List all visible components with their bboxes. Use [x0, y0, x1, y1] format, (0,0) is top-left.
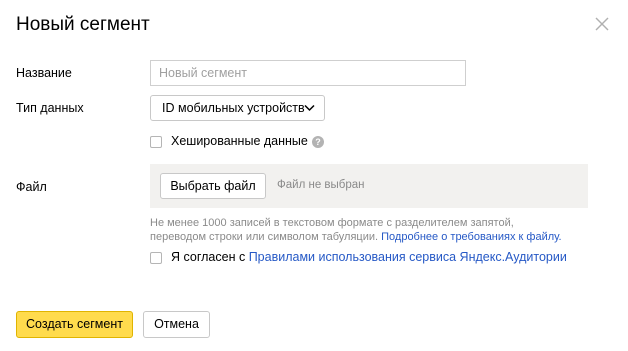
file-status-text: Файл не выбран: [277, 179, 365, 191]
file-requirements-hint: Не менее 1000 записей в текстовом формат…: [150, 216, 600, 244]
data-type-selected-value: ID мобильных устройств: [162, 101, 305, 115]
dialog-title: Новый сегмент: [16, 14, 150, 35]
usage-rules-link[interactable]: Правилами использования сервиса Яндекс.А…: [249, 250, 567, 264]
agree-prefix: Я согласен с: [171, 250, 246, 264]
choose-file-button[interactable]: Выбрать файл: [160, 173, 266, 199]
hashed-data-label[interactable]: Хешированные данные: [171, 134, 308, 148]
agree-checkbox[interactable]: [150, 252, 162, 264]
question-icon[interactable]: ?: [312, 136, 324, 148]
file-upload-area: Выбрать файл Файл не выбран: [150, 164, 588, 208]
hashed-data-checkbox[interactable]: [150, 136, 162, 148]
agree-label[interactable]: Я согласен с Правилами использования сер…: [171, 250, 567, 264]
data-type-label: Тип данных: [16, 101, 84, 115]
cancel-button[interactable]: Отмена: [143, 311, 210, 338]
data-type-select[interactable]: ID мобильных устройств: [150, 95, 325, 121]
file-label: Файл: [16, 180, 47, 194]
hint-line-2: переводом строки или символом табуляции.: [150, 231, 379, 243]
close-icon[interactable]: [594, 16, 610, 32]
create-segment-button[interactable]: Создать сегмент: [16, 311, 133, 338]
name-label: Название: [16, 66, 72, 80]
hint-line-1: Не менее 1000 записей в текстовом формат…: [150, 217, 514, 229]
segment-name-input[interactable]: [150, 60, 466, 86]
chevron-down-icon: [304, 104, 315, 112]
new-segment-dialog: Новый сегмент Название Тип данных ID моб…: [0, 0, 628, 351]
file-requirements-link[interactable]: Подробнее о требованиях к файлу.: [381, 231, 561, 243]
